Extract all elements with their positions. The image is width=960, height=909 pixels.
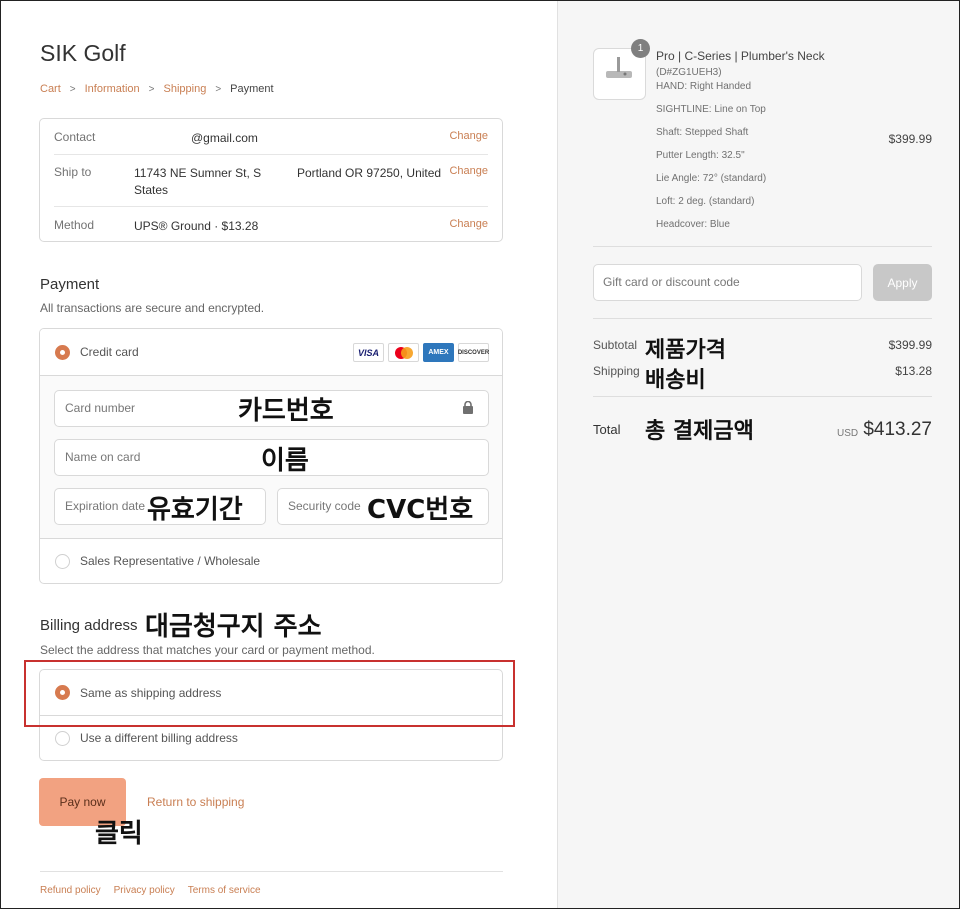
different-address-radio[interactable] — [55, 731, 70, 746]
credit-card-option[interactable]: Credit card VISA AMEX DISCOVER — [40, 329, 502, 376]
breadcrumb-information[interactable]: Information — [85, 83, 140, 95]
subtotal-value: $399.99 — [888, 338, 932, 352]
product-detail: Loft: 2 deg. (standard) — [656, 196, 755, 207]
apply-button[interactable]: Apply — [873, 264, 932, 301]
shipto-street: 11743 NE Sumner St, S States — [134, 166, 262, 197]
chevron-right-icon: > — [215, 83, 222, 95]
annotation-cvc: CVC번호 — [367, 495, 474, 525]
breadcrumb-payment: Payment — [230, 83, 274, 95]
method-change-link[interactable]: Change — [449, 218, 488, 230]
total-value: $413.27 — [863, 419, 932, 440]
highlight-box — [24, 660, 515, 727]
payment-title: Payment — [40, 276, 100, 293]
card-brands: VISA AMEX DISCOVER — [353, 343, 489, 362]
chevron-right-icon: > — [148, 83, 155, 95]
different-address-label: Use a different billing address — [80, 731, 238, 745]
divider — [593, 246, 932, 247]
divider — [54, 154, 488, 155]
annotation-billing: 대금청구지 주소 — [145, 612, 322, 642]
total-label: Total — [593, 422, 621, 437]
annotation-subtotal: 제품가격 — [645, 338, 726, 363]
billing-subtitle: Select the address that matches your car… — [40, 643, 375, 657]
annotation-name: 이름 — [261, 446, 309, 476]
product-detail: (D#ZG1UEH3) — [656, 67, 722, 78]
mastercard-icon — [388, 343, 419, 362]
contact-change-link[interactable]: Change — [449, 130, 488, 142]
billing-title: Billing address — [40, 617, 138, 634]
divider — [54, 206, 488, 207]
breadcrumb: Cart > Information > Shipping > Payment — [40, 83, 274, 95]
store-title[interactable]: SIK Golf — [40, 40, 126, 67]
method-value: UPS® Ground · $13.28 — [134, 219, 259, 233]
method-label: Method — [54, 218, 95, 232]
product-detail: Headcover: Blue — [656, 219, 730, 230]
footer-divider — [40, 871, 503, 872]
product-detail: Shaft: Stepped Shaft — [656, 127, 749, 138]
shipping-value: $13.28 — [895, 364, 932, 378]
annotation-expiry: 유효기간 — [147, 495, 243, 525]
annotation-card-number: 카드번호 — [238, 396, 334, 426]
credit-card-radio[interactable] — [55, 345, 70, 360]
discover-icon: DISCOVER — [458, 343, 489, 362]
product-detail: Putter Length: 32.5" — [656, 150, 745, 161]
shipto-change-link[interactable]: Change — [449, 165, 488, 177]
breadcrumb-shipping[interactable]: Shipping — [164, 83, 207, 95]
terms-link[interactable]: Terms of service — [188, 885, 261, 896]
subtotal-label: Subtotal — [593, 338, 638, 352]
privacy-policy-link[interactable]: Privacy policy — [114, 885, 175, 896]
refund-policy-link[interactable]: Refund policy — [40, 885, 101, 896]
quantity-badge: 1 — [631, 39, 650, 58]
breadcrumb-cart[interactable]: Cart — [40, 83, 61, 95]
credit-card-label: Credit card — [80, 345, 139, 359]
product-detail: HAND: Right Handed — [656, 81, 752, 92]
divider — [593, 318, 932, 319]
discount-code-input[interactable]: Gift card or discount code — [593, 264, 862, 301]
review-summary-box: Contact @gmail.com Change Ship to 11743 … — [39, 118, 503, 242]
amex-icon: AMEX — [423, 343, 454, 362]
contact-value: @gmail.com — [191, 131, 258, 145]
divider — [593, 396, 932, 397]
annotation-total: 총 결제금액 — [645, 419, 754, 444]
wholesale-option[interactable]: Sales Representative / Wholesale — [40, 539, 502, 583]
lock-icon — [463, 401, 473, 414]
return-to-shipping-link[interactable]: Return to shipping — [147, 795, 244, 809]
product-name: Pro | C-Series | Plumber's Neck — [656, 49, 825, 63]
shipto-label: Ship to — [54, 165, 92, 179]
product-price: $399.99 — [888, 132, 932, 146]
shipping-label: Shipping — [593, 364, 640, 378]
currency-code: USD — [837, 428, 859, 439]
footer-links: Refund policy Privacy policy Terms of se… — [40, 885, 261, 896]
wholesale-radio[interactable] — [55, 554, 70, 569]
visa-icon: VISA — [353, 343, 384, 362]
payment-subtitle: All transactions are secure and encrypte… — [40, 301, 265, 315]
product-detail: Lie Angle: 72° (standard) — [656, 173, 767, 184]
annotation-click: 클릭 — [95, 819, 143, 849]
chevron-right-icon: > — [69, 83, 76, 95]
contact-label: Contact — [54, 130, 96, 144]
shipto-city: Portland OR 97250, United — [297, 166, 442, 180]
product-detail: SIGHTLINE: Line on Top — [656, 104, 766, 115]
annotation-shipping: 배송비 — [645, 368, 706, 393]
wholesale-label: Sales Representative / Wholesale — [80, 554, 261, 568]
